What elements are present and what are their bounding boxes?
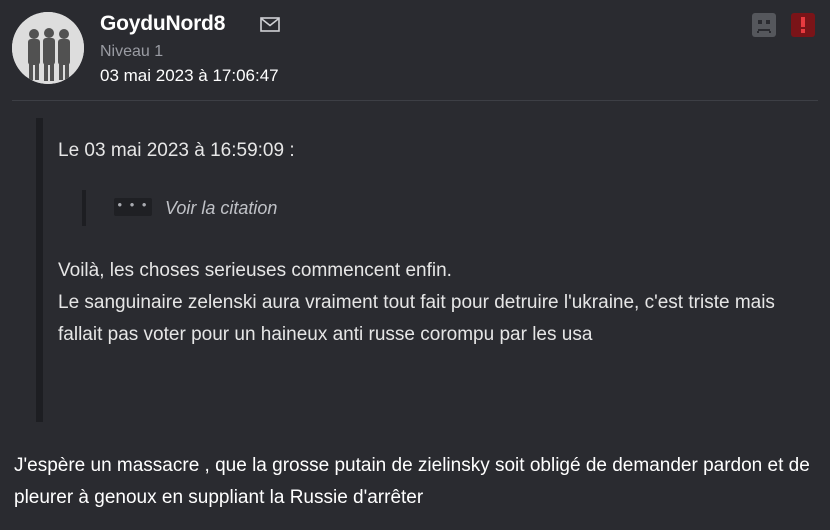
view-quote-link[interactable]: Voir la citation <box>165 196 277 220</box>
avatar-image <box>12 12 84 84</box>
quote-body: Voilà, les choses serieuses commencent e… <box>58 255 778 351</box>
exclamation-icon <box>801 17 805 33</box>
post-date[interactable]: 03 mai 2023 à 17:06:47 <box>100 65 279 87</box>
quote-line: Le sanguinaire zelenski aura vraiment to… <box>58 292 775 345</box>
reaction-button[interactable] <box>752 13 776 37</box>
expand-quote-button[interactable]: • • • <box>114 198 152 216</box>
sad-face-icon <box>757 20 771 33</box>
quote-header: Le 03 mai 2023 à 16:59:09 : <box>58 140 295 161</box>
quote-block: Le 03 mai 2023 à 16:59:09 : • • • Voir l… <box>36 118 818 422</box>
quote-line: Voilà, les choses serieuses commencent e… <box>58 260 452 281</box>
header-divider <box>12 100 818 101</box>
nested-quote: • • • Voir la citation <box>82 190 482 226</box>
user-level: Niveau 1 <box>100 43 164 60</box>
message-text: J'espère un massacre , que la grosse put… <box>14 455 810 508</box>
report-button[interactable] <box>791 13 815 37</box>
avatar[interactable] <box>12 12 84 84</box>
nested-quote-bar <box>82 190 86 226</box>
quote-bar <box>36 118 43 422</box>
username[interactable]: GoyduNord8 <box>100 10 225 38</box>
post-header: GoyduNord8 Niveau 1 03 mai 2023 à 17:06:… <box>0 0 830 100</box>
mail-icon[interactable] <box>260 17 280 32</box>
